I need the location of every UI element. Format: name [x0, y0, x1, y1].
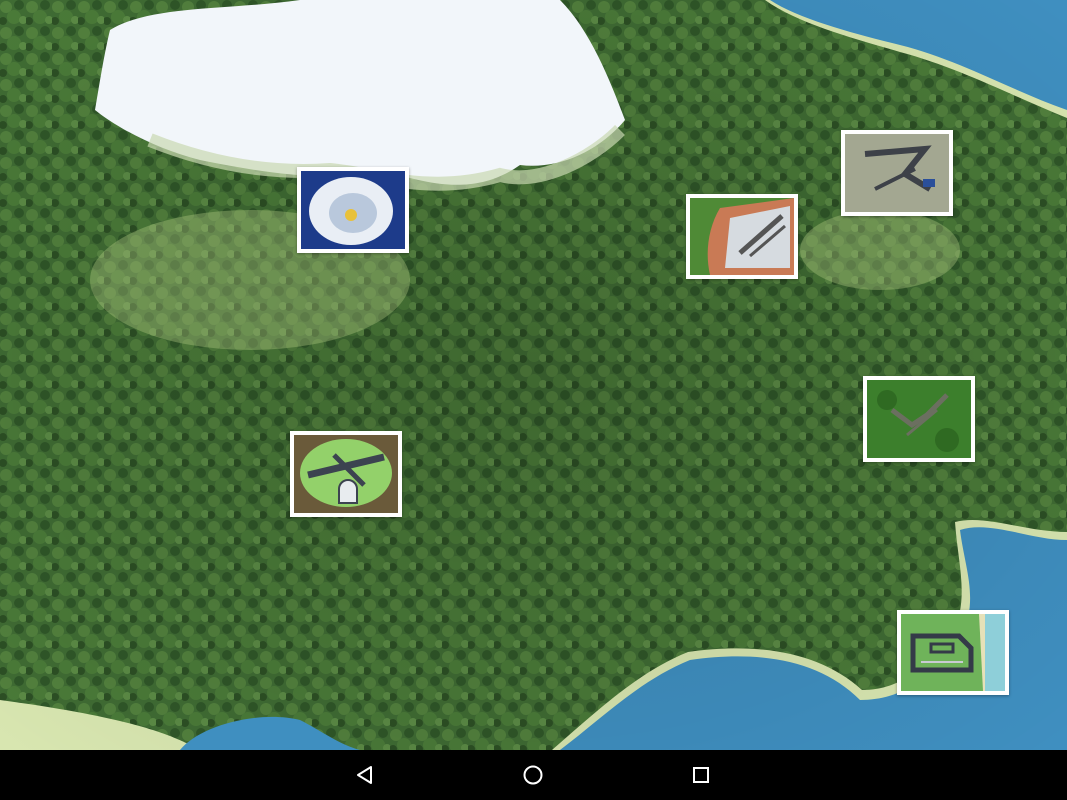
back-button[interactable] — [335, 750, 395, 800]
mountain-base-thumbnail[interactable] — [841, 130, 953, 216]
mountain-base-icon — [845, 134, 949, 212]
recents-icon — [693, 767, 709, 783]
home-icon — [523, 765, 543, 785]
home-button[interactable] — [503, 750, 563, 800]
forest-strip-thumbnail[interactable] — [863, 376, 975, 462]
coastal-base-icon — [901, 614, 1005, 691]
recents-button[interactable] — [671, 750, 731, 800]
forest-strip-icon — [867, 380, 971, 458]
rock-runway-thumbnail[interactable] — [686, 194, 798, 279]
island-map[interactable] — [0, 0, 1067, 750]
system-navigation-bar — [0, 750, 1067, 800]
rocky-runway-icon — [690, 198, 794, 275]
snow-crater-airfield-icon — [301, 171, 405, 249]
snow-airfield-thumbnail[interactable] — [297, 167, 409, 253]
coastal-base-thumbnail[interactable] — [897, 610, 1009, 695]
green-airport-thumbnail[interactable] — [290, 431, 402, 517]
back-icon — [357, 766, 372, 784]
green-airport-icon — [294, 435, 398, 513]
